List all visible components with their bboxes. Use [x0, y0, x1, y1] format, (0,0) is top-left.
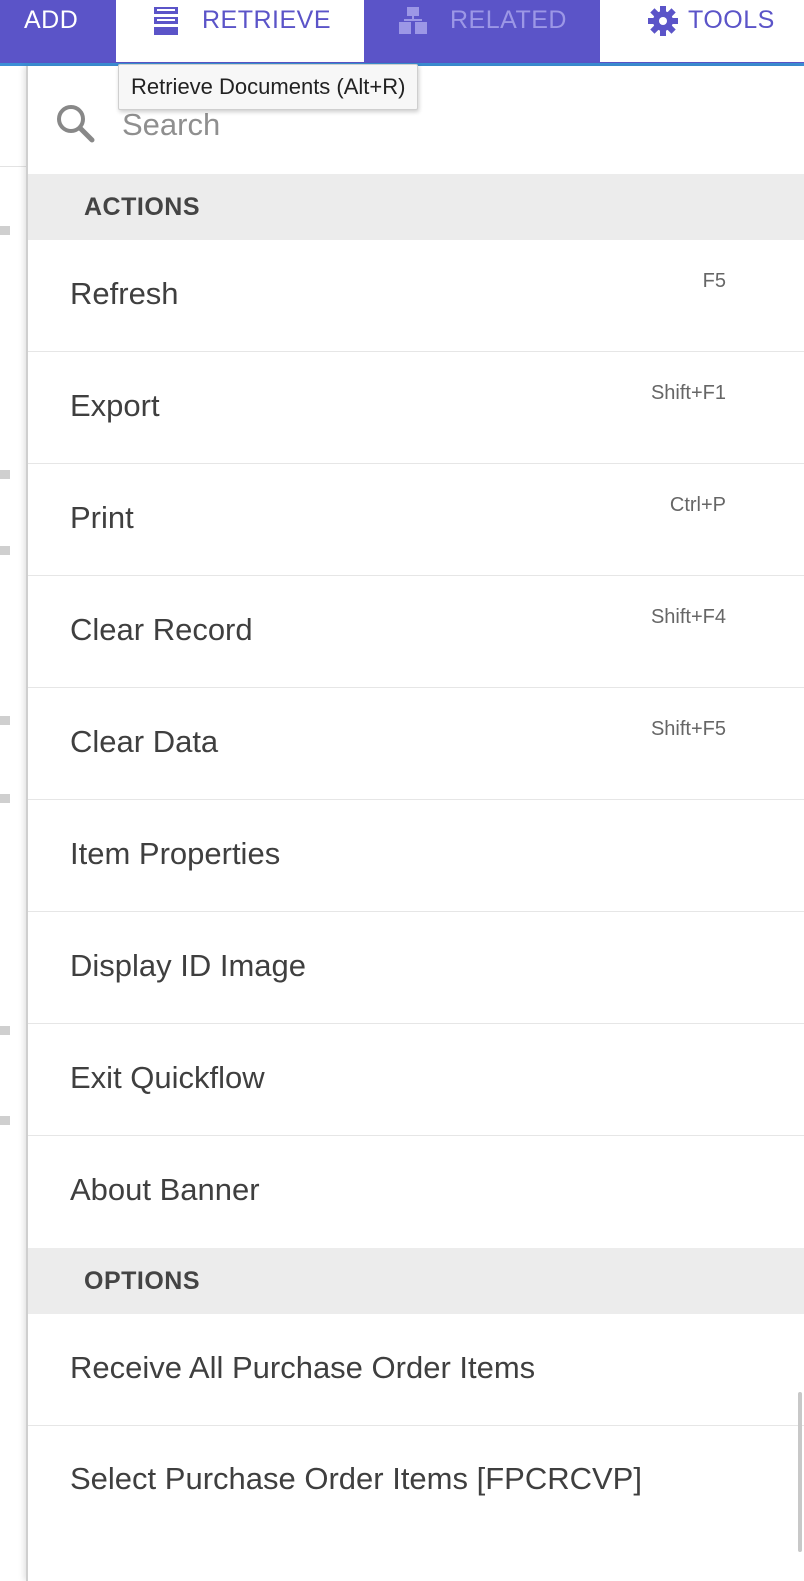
add-button[interactable]: ADD	[0, 0, 116, 62]
menu-item-exit-quickflow[interactable]: Exit Quickflow	[28, 1024, 804, 1136]
retrieve-button-label: RETRIEVE	[202, 6, 332, 34]
menu-item-label: Select Purchase Order Items [FPCRCVP]	[70, 1461, 642, 1496]
menu-item-label: Item Properties	[70, 836, 281, 871]
search-icon	[54, 102, 98, 151]
divider	[0, 1116, 10, 1125]
retrieve-tooltip: Retrieve Documents (Alt+R)	[118, 64, 419, 110]
section-header-options: OPTIONS	[28, 1248, 804, 1314]
scrollbar[interactable]	[798, 1392, 802, 1552]
divider	[0, 716, 10, 725]
menu-item-label: Print	[70, 500, 134, 535]
background-content	[0, 66, 26, 1581]
menu-item-label: Receive All Purchase Order Items	[70, 1350, 536, 1385]
section-title: ACTIONS	[84, 193, 200, 221]
related-button-label: RELATED	[450, 6, 567, 34]
divider	[0, 1026, 10, 1035]
divider	[0, 226, 10, 235]
add-button-label: ADD	[24, 6, 79, 34]
divider	[0, 166, 26, 167]
menu-item-print[interactable]: Print Ctrl+P	[28, 464, 804, 576]
menu-item-shortcut: Shift+F4	[650, 606, 726, 628]
menu-item-label: Display ID Image	[70, 948, 307, 983]
document-stack-icon	[152, 6, 180, 43]
menu-item-label: Export	[70, 388, 160, 423]
tooltip-text: Retrieve Documents (Alt+R)	[131, 74, 406, 99]
divider	[0, 794, 10, 803]
menu-item-refresh[interactable]: Refresh F5	[28, 240, 804, 352]
menu-item-shortcut: Ctrl+P	[669, 494, 726, 516]
retrieve-button[interactable]: RETRIEVE	[116, 0, 364, 62]
menu-item-about-banner[interactable]: About Banner	[28, 1136, 804, 1248]
related-button[interactable]: RELATED	[364, 0, 600, 62]
menu-item-clear-record[interactable]: Clear Record Shift+F4	[28, 576, 804, 688]
menu-item-shortcut: Shift+F1	[650, 382, 726, 404]
related-records-icon	[398, 6, 428, 43]
menu-item-receive-all-purchase-order-items[interactable]: Receive All Purchase Order Items	[28, 1314, 804, 1426]
divider	[0, 470, 10, 479]
menu-item-label: Refresh	[70, 276, 179, 311]
menu-item-shortcut: Shift+F5	[650, 718, 726, 740]
top-toolbar: ADD RETRIEVE RELATED TOOLS	[0, 0, 804, 66]
menu-item-shortcut: F5	[702, 270, 726, 292]
section-header-actions: ACTIONS	[28, 174, 804, 240]
tools-button-label: TOOLS	[688, 6, 775, 34]
menu-item-display-id-image[interactable]: Display ID Image	[28, 912, 804, 1024]
menu-item-label: Clear Data	[70, 724, 219, 759]
tools-button[interactable]: TOOLS	[600, 0, 804, 62]
tools-dropdown-menu: ACTIONS Refresh F5 Export Shift+F1 Print…	[26, 66, 804, 1581]
menu-item-select-purchase-order-items[interactable]: Select Purchase Order Items [FPCRCVP]	[28, 1426, 804, 1581]
menu-item-label: About Banner	[70, 1172, 260, 1207]
menu-item-label: Exit Quickflow	[70, 1060, 265, 1095]
menu-item-clear-data[interactable]: Clear Data Shift+F5	[28, 688, 804, 800]
menu-item-label: Clear Record	[70, 612, 253, 647]
menu-item-item-properties[interactable]: Item Properties	[28, 800, 804, 912]
divider	[0, 546, 10, 555]
section-title: OPTIONS	[84, 1267, 201, 1295]
menu-item-export[interactable]: Export Shift+F1	[28, 352, 804, 464]
gear-icon	[648, 6, 678, 43]
